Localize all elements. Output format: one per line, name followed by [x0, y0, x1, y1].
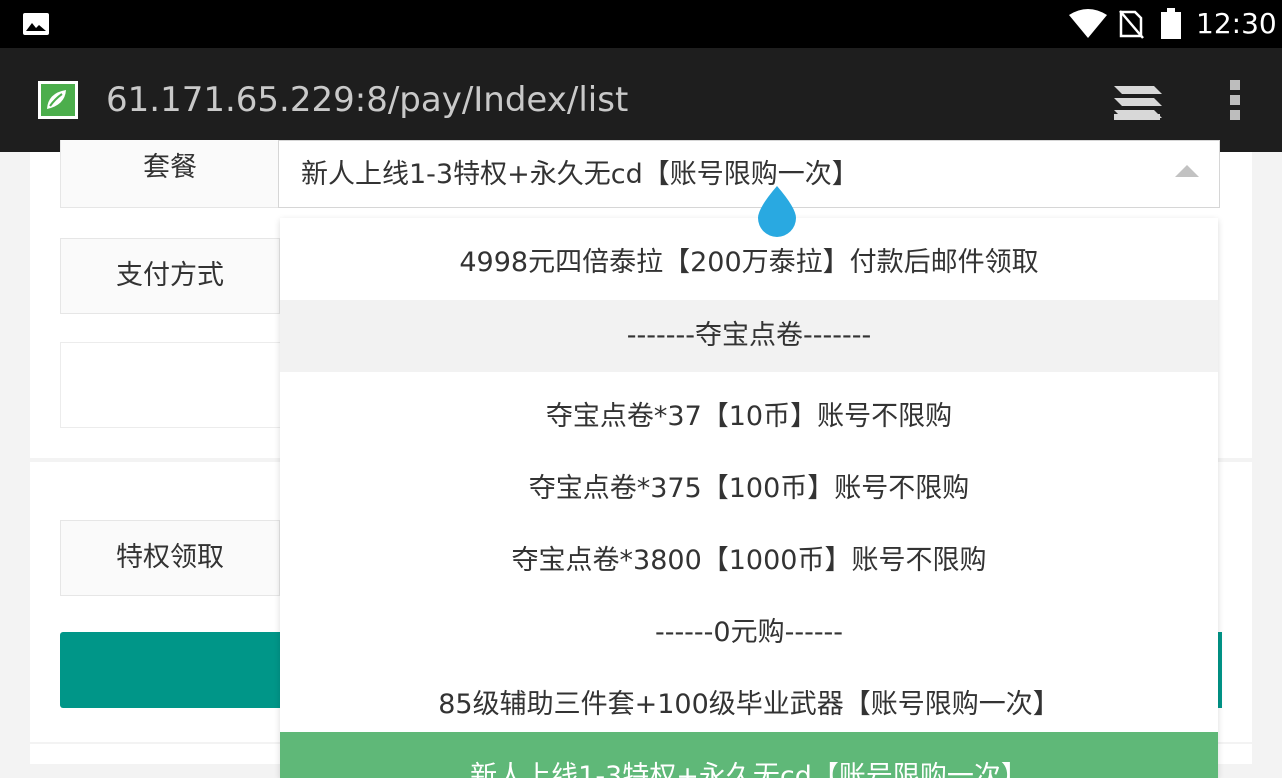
dropdown-option[interactable]: 4998元四倍泰拉【200万泰拉】付款后邮件领取 — [280, 218, 1218, 300]
address-bar[interactable]: 61.171.65.229:8/pay/Index/list — [106, 78, 628, 122]
site-favicon — [38, 81, 78, 119]
submit-button-edge — [1218, 632, 1222, 708]
package-label: 套餐 — [60, 140, 280, 208]
privilege-label: 特权领取 — [60, 520, 280, 596]
dropdown-option[interactable]: ------0元购------ — [280, 588, 1218, 660]
tabs-icon[interactable] — [1112, 78, 1164, 122]
dropdown-option[interactable]: 85级辅助三件套+100级毕业武器【账号限购一次】 — [280, 660, 1218, 732]
package-dropdown: 4998元四倍泰拉【200万泰拉】付款后邮件领取 -------夺宝点卷----… — [280, 218, 1218, 778]
status-bar: 12:30 — [0, 0, 1282, 48]
dropdown-group-header: -------夺宝点卷------- — [280, 300, 1218, 372]
empty-form-row — [60, 342, 280, 428]
payment-method-label: 支付方式 — [60, 238, 280, 314]
package-select[interactable]: 新人上线1-3特权+永久无cd【账号限购一次】 — [278, 140, 1220, 208]
text-selection-handle[interactable] — [756, 186, 798, 238]
dropdown-option[interactable]: 夺宝点卷*3800【1000币】账号不限购 — [280, 516, 1218, 588]
dropdown-option[interactable]: 夺宝点卷*37【10币】账号不限购 — [280, 372, 1218, 444]
image-icon — [23, 13, 49, 35]
dropdown-option[interactable]: 夺宝点卷*375【100币】账号不限购 — [280, 444, 1218, 516]
caret-up-icon — [1175, 165, 1199, 177]
overflow-menu-icon[interactable] — [1220, 78, 1250, 122]
wifi-icon — [1069, 9, 1107, 38]
status-time: 12:30 — [1196, 7, 1277, 40]
no-sim-icon — [1119, 10, 1144, 39]
battery-icon — [1161, 8, 1181, 39]
browser-toolbar: 61.171.65.229:8/pay/Index/list — [0, 48, 1282, 152]
dropdown-option-selected[interactable]: 新人上线1-3特权+永久无cd【账号限购一次】 — [280, 732, 1218, 778]
